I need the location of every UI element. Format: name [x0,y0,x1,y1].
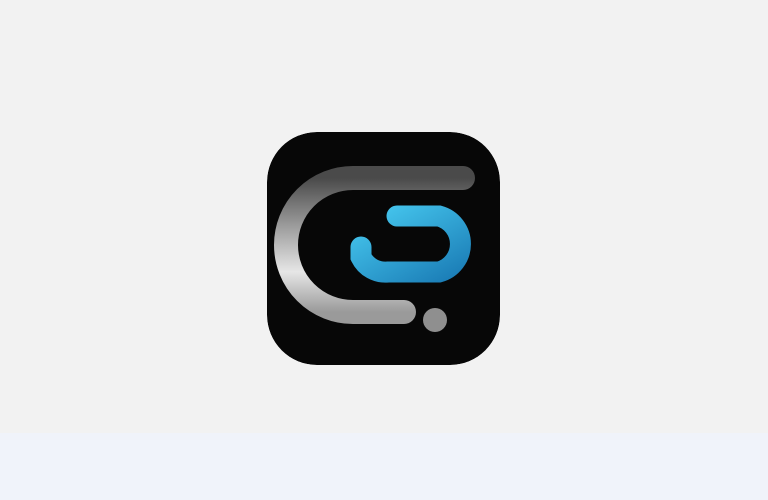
footer-band [0,433,768,500]
app-logo-icon [267,132,500,365]
gray-dot [423,308,447,332]
app-logo-graphic [267,132,500,365]
